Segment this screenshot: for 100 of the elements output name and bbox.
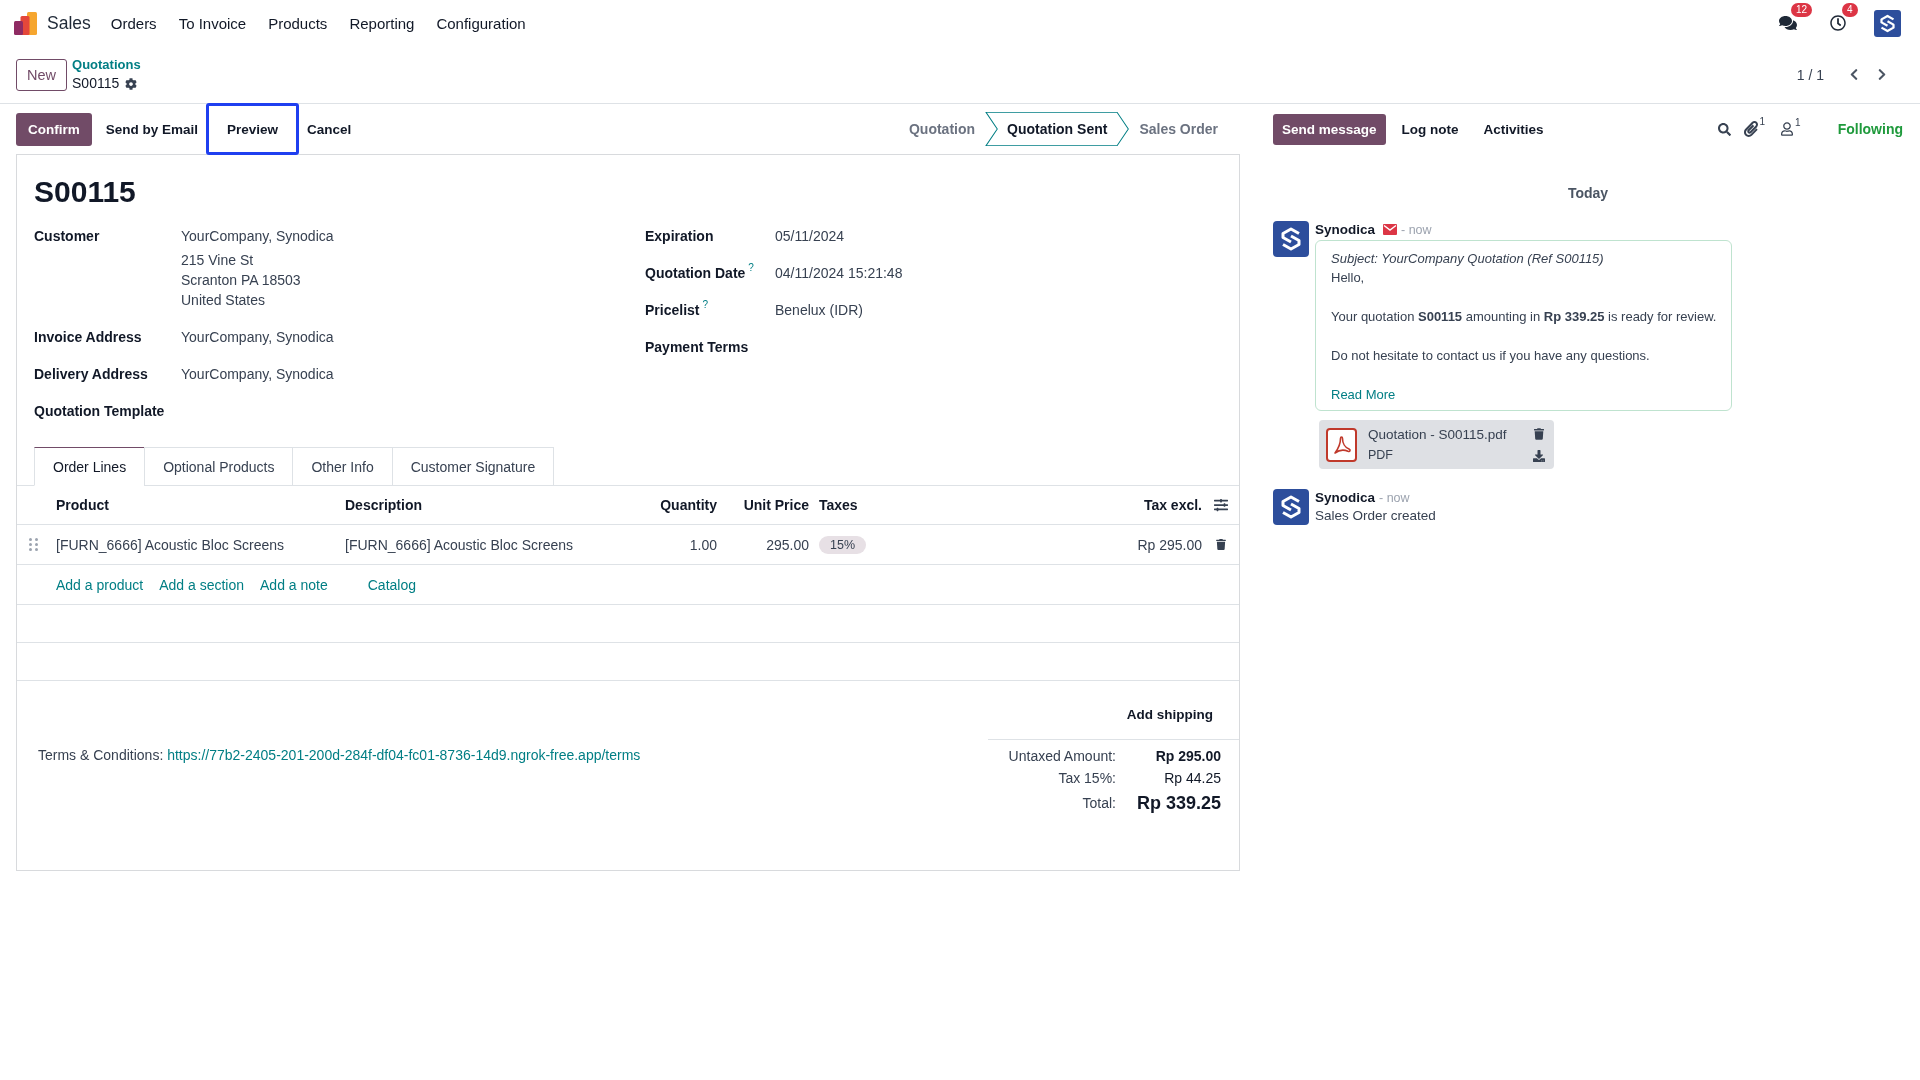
field-value[interactable]: Benelux (IDR) — [775, 300, 1222, 320]
status-stage[interactable]: Quotation Sent — [985, 112, 1130, 146]
message-paragraph: Hello, — [1331, 269, 1366, 287]
action-button[interactable]: Send by Email — [97, 112, 207, 146]
table-cell-text: [FURN_6666] Acoustic Bloc Screens — [345, 536, 574, 553]
message-author[interactable]: Synodica — [1315, 490, 1376, 505]
field-value[interactable]: YourCompany, Synodica — [181, 327, 645, 347]
field-value[interactable]: YourCompany, Synodica — [181, 226, 645, 246]
person-icon — [1781, 122, 1794, 136]
total-label: Total: — [1081, 794, 1116, 813]
add-line-link[interactable]: Add a note — [260, 576, 328, 593]
attachment-type: PDF — [1368, 446, 1394, 464]
add-line-link[interactable]: Add a product — [56, 576, 144, 593]
total-value: Rp 339.25 — [1135, 792, 1222, 815]
trash-icon[interactable] — [1215, 539, 1226, 550]
search-icon[interactable] — [1717, 122, 1731, 136]
trash-icon[interactable] — [1534, 427, 1544, 440]
notification-badge: 4 — [1842, 3, 1858, 17]
tab[interactable]: Order Lines — [34, 447, 146, 486]
record-name: S00115 — [72, 74, 120, 93]
sliders-icon[interactable] — [1213, 498, 1228, 512]
add-line-link[interactable]: Add a section — [159, 576, 244, 593]
field-label: Quotation Template — [34, 402, 165, 421]
message-subject: Subject: YourCompany Quotation (Ref S00115) — [1331, 250, 1605, 268]
total-label: Tax 15%: — [1057, 769, 1116, 788]
catalog-link[interactable]: Catalog — [367, 576, 416, 593]
message-author[interactable]: Synodica — [1315, 222, 1376, 237]
chat-icon[interactable] — [1779, 15, 1797, 31]
paperclip-icon — [1743, 121, 1758, 137]
log-note-button[interactable]: Log note — [1392, 113, 1468, 145]
menu-item[interactable]: Reporting — [338, 14, 426, 32]
field-value[interactable]: 05/11/2024 — [775, 226, 1222, 246]
tab[interactable]: Customer Signature — [391, 447, 555, 486]
column-header[interactable]: Product — [56, 497, 345, 513]
avatar-icon[interactable] — [1874, 9, 1901, 37]
total-value: Rp 295.00 — [1154, 747, 1222, 766]
address-line: 215 Vine St — [181, 251, 255, 270]
field-label: Delivery Address — [34, 365, 148, 384]
following-button[interactable]: Following — [1837, 121, 1903, 137]
avatar-icon — [1273, 489, 1309, 525]
action-button[interactable]: Preview — [206, 103, 300, 155]
gear-icon[interactable] — [125, 77, 138, 90]
message-time: - now — [1401, 222, 1432, 237]
field-value[interactable]: 04/11/2024 15:21:48 — [775, 263, 1222, 283]
table-cell-text: [FURN_6666] Acoustic Bloc Screens — [56, 536, 285, 553]
activities-button[interactable]: Activities — [1474, 113, 1553, 145]
field-label: Pricelist — [645, 301, 700, 320]
total-value: Rp 44.25 — [1163, 769, 1222, 788]
download-icon[interactable] — [1533, 449, 1545, 462]
table-cell-text: Rp 295.00 — [1136, 536, 1202, 553]
field-value[interactable]: YourCompany, Synodica — [181, 364, 645, 384]
help-mark[interactable]: ? — [748, 263, 754, 273]
message-text: Sales Order created — [1315, 507, 1436, 525]
field-label: Expiration — [645, 227, 714, 246]
notification-badge: 12 — [1791, 3, 1813, 17]
menu-item[interactable]: Orders — [99, 14, 168, 32]
action-button[interactable]: Confirm — [16, 112, 92, 146]
app-name[interactable]: Sales — [47, 12, 91, 34]
action-button[interactable]: Cancel — [299, 112, 360, 146]
address-line: United States — [181, 291, 267, 310]
tab[interactable]: Optional Products — [144, 447, 294, 486]
app-logo-icon[interactable] — [14, 11, 37, 35]
address-line: Scranton PA 18503 — [181, 271, 302, 290]
terms-text: Terms & Conditions: https://77b2-2405-201-200d-284f-df04-fc01-8736-14d9.ngrok-free.app/terms — [37, 746, 642, 765]
column-header[interactable]: Tax excl. — [1092, 497, 1202, 513]
column-header[interactable]: Unit Price — [717, 497, 809, 513]
date-separator: Today — [1566, 184, 1610, 203]
table-cell-text: 295.00 — [765, 536, 809, 553]
breadcrumb-link[interactable]: Quotations — [72, 56, 141, 74]
clock-icon[interactable] — [1830, 15, 1846, 31]
menu-item[interactable]: To Invoice — [167, 14, 258, 32]
pager-counter[interactable]: 1 / 1 — [1796, 66, 1824, 83]
record-title: S00115 — [33, 174, 137, 210]
field-label: Invoice Address — [34, 328, 142, 347]
table-cell-text: 1.00 — [688, 536, 717, 553]
help-mark[interactable]: ? — [702, 300, 709, 310]
tax-tag: 15% — [819, 535, 867, 554]
field-label: Payment Terms — [645, 338, 749, 357]
attachment-name: Quotation - S00115.pdf — [1368, 425, 1507, 444]
drag-handle-icon[interactable] — [29, 538, 38, 551]
attachment-card[interactable]: Quotation - S00115.pdf PDF — [1319, 420, 1554, 469]
chevron-right-icon — [1878, 68, 1886, 81]
pdf-file-icon — [1326, 427, 1357, 462]
total-label: Untaxed Amount: — [1007, 747, 1116, 766]
new-button[interactable]: New — [16, 58, 67, 91]
menu-item[interactable]: Configuration — [425, 14, 537, 32]
column-header[interactable]: Quantity — [641, 497, 717, 513]
add-shipping-button[interactable]: Add shipping — [1117, 699, 1222, 729]
column-header[interactable]: Taxes — [809, 497, 1092, 513]
message-paragraph: Do not hesitate to contact us if you have any questions. — [1331, 347, 1651, 365]
field-label: Quotation Date — [645, 264, 746, 283]
message-paragraph: Your quotation S00115 amounting in Rp 339.25 is ready for review. — [1331, 308, 1717, 326]
send-message-button[interactable]: Send message — [1273, 113, 1386, 145]
menu-item[interactable]: Products — [257, 14, 339, 32]
read-more-link[interactable]: Read More — [1331, 385, 1396, 404]
envelope-icon — [1383, 224, 1398, 235]
terms-link[interactable]: https://77b2-2405-201-200d-284f-df04-fc01-8736-14d9.ngrok-free.app/terms — [167, 747, 641, 763]
chevron-left-icon — [1850, 68, 1858, 81]
column-header[interactable]: Description — [345, 497, 641, 513]
message-time: - now — [1379, 490, 1410, 505]
